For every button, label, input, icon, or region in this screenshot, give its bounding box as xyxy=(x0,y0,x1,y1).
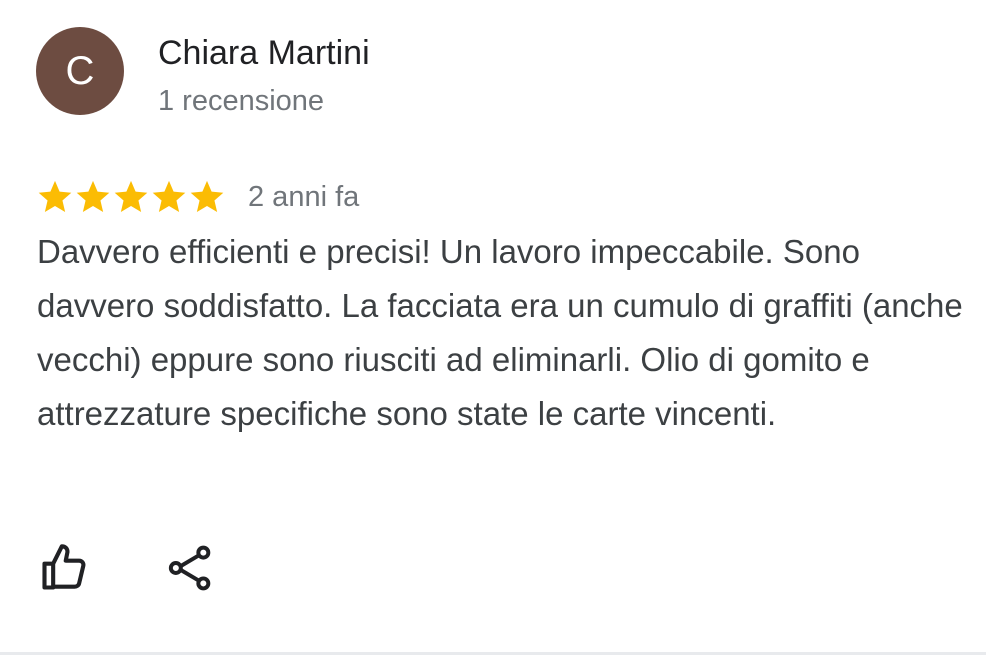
rating-row: 2 anni fa xyxy=(36,175,359,219)
star-icon xyxy=(38,180,72,213)
star-icon xyxy=(114,180,148,213)
star-rating xyxy=(36,178,226,216)
star-icon xyxy=(190,180,224,213)
share-icon xyxy=(168,545,211,591)
review-actions xyxy=(36,540,218,596)
thumb-up-outline-icon xyxy=(42,544,86,590)
star-icon xyxy=(76,180,110,213)
review-card: C Chiara Martini 1 recensione 2 anni fa … xyxy=(0,0,986,655)
avatar[interactable]: C xyxy=(36,27,124,115)
review-date: 2 anni fa xyxy=(248,180,360,213)
author-review-count: 1 recensione xyxy=(158,85,325,117)
share-button[interactable] xyxy=(162,540,218,596)
author-name[interactable]: Chiara Martini xyxy=(158,32,370,74)
avatar-initial: C xyxy=(65,48,95,93)
review-text: Davvero efficienti e precisi! Un lavoro … xyxy=(37,233,963,432)
star-icon xyxy=(152,180,186,213)
like-button[interactable] xyxy=(36,540,92,596)
